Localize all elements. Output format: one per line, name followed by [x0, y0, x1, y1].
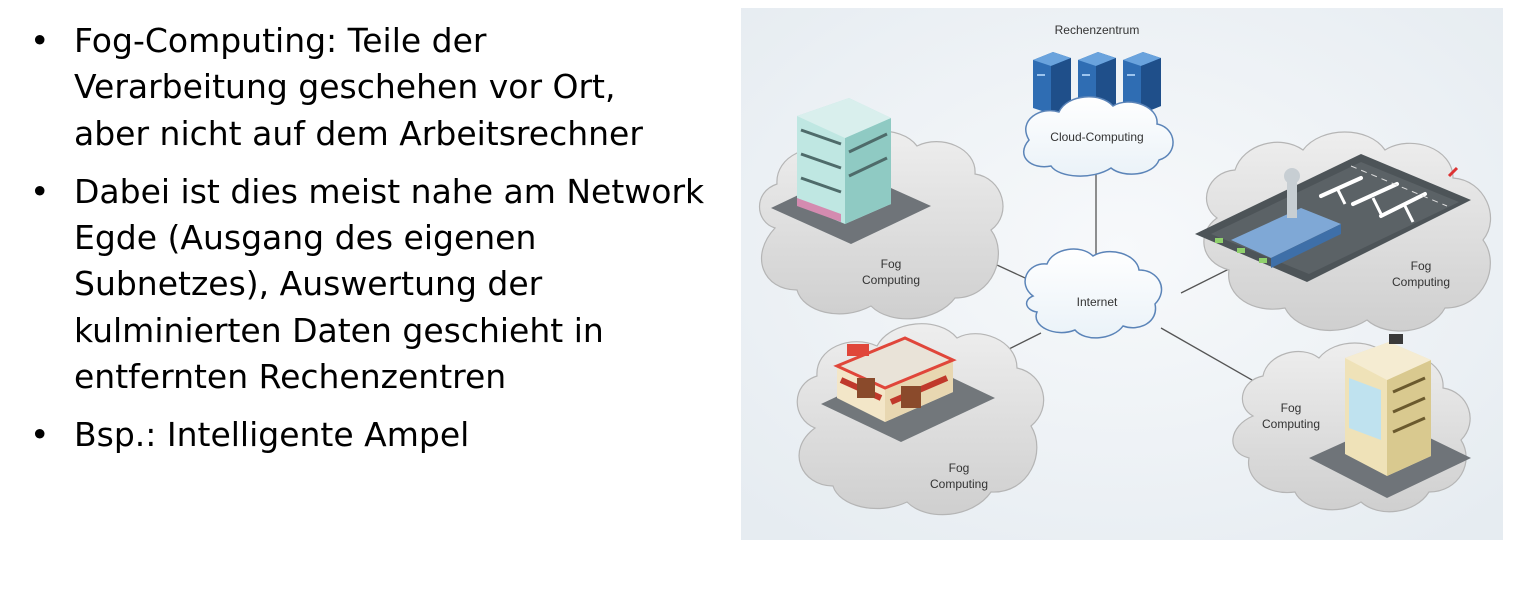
fog-label-line1: Fog: [1411, 259, 1432, 273]
datacenter-label: Rechenzentrum: [1055, 23, 1140, 37]
diagram-svg: Rechenzentrum Cloud-Computing Internet F…: [741, 8, 1503, 540]
fog-label-line1: Fog: [881, 257, 902, 271]
bullet-text: Fog-Computing: Teile der Verarbeitung ge…: [74, 21, 643, 153]
bullet-text: Bsp.: Intelligente Ampel: [74, 415, 470, 455]
fog-computing-diagram: Rechenzentrum Cloud-Computing Internet F…: [741, 8, 1503, 540]
fog-label-line1: Fog: [1281, 401, 1302, 415]
fog-label-line2: Computing: [1262, 417, 1320, 431]
bullet-item: • Fog-Computing: Teile der Verarbeitung …: [26, 18, 674, 157]
bullet-dot-icon: •: [30, 415, 50, 455]
bullet-item: • Dabei ist dies meist nahe am Network E…: [26, 169, 724, 400]
fog-label-line2: Computing: [930, 477, 988, 491]
fog-label-line2: Computing: [862, 273, 920, 287]
bullet-list: • Fog-Computing: Teile der Verarbeitung …: [26, 18, 726, 471]
cloud-computing-label: Cloud-Computing: [1050, 130, 1143, 144]
fog-label-line2: Computing: [1392, 275, 1450, 289]
bullet-dot-icon: •: [30, 171, 50, 211]
bullet-dot-icon: •: [30, 21, 50, 60]
internet-label: Internet: [1077, 295, 1118, 309]
fog-label-line1: Fog: [949, 461, 970, 475]
bullet-item: • Bsp.: Intelligente Ampel: [26, 412, 726, 458]
bullet-text: Dabei ist dies meist nahe am Network Egd…: [74, 171, 705, 397]
